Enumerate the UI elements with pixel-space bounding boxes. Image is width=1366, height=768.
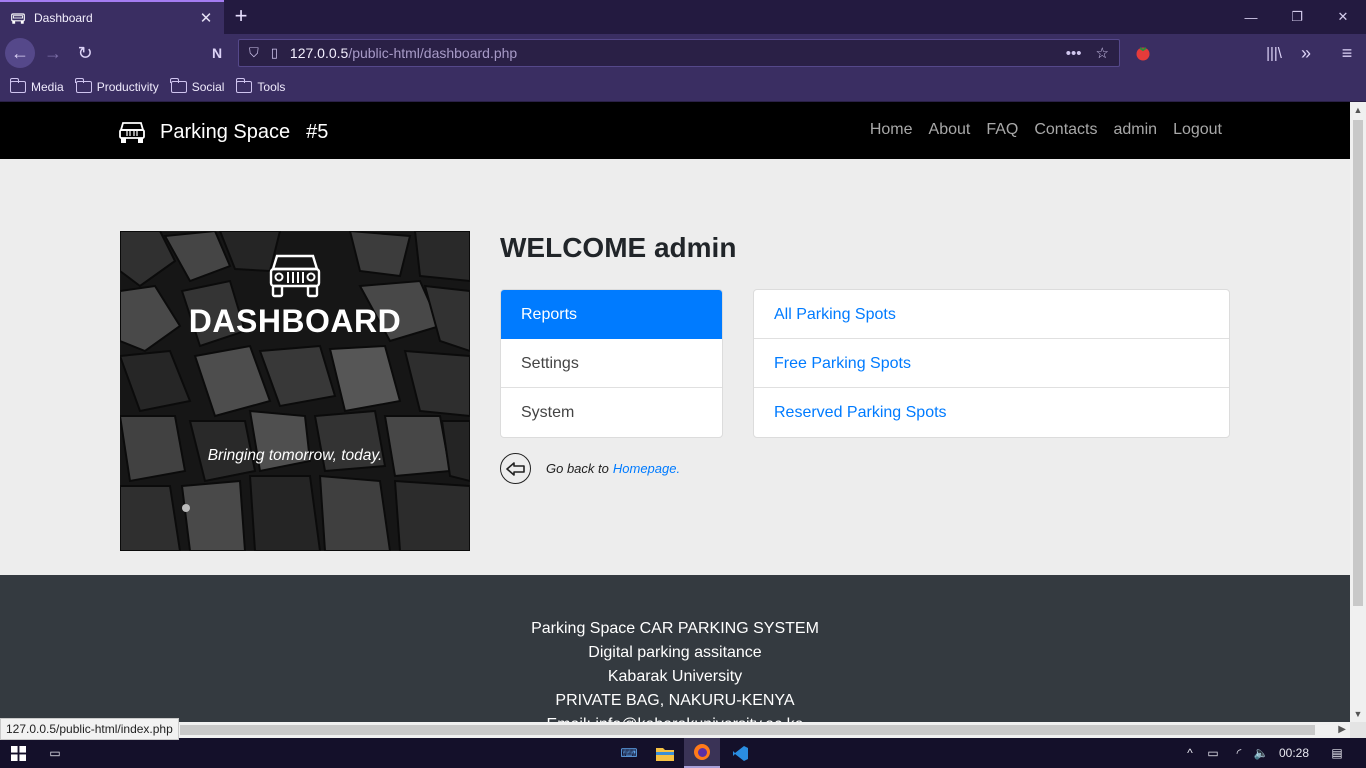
link-free-parking-spots[interactable]: Free Parking Spots xyxy=(754,339,1229,388)
new-tab-icon[interactable]: + xyxy=(228,4,254,30)
tab-close-icon[interactable]: ✕ xyxy=(198,9,214,27)
clock[interactable]: 00:28 xyxy=(1274,738,1314,768)
carousel-dot xyxy=(182,504,190,512)
minimize-icon[interactable]: — xyxy=(1228,0,1274,34)
tray-chevron-up-icon[interactable]: ^ xyxy=(1180,738,1200,768)
bookmark-folder-tools[interactable]: Tools xyxy=(235,77,285,94)
site-navbar: Parking Space #5 Home About FAQ Contacts… xyxy=(0,102,1350,159)
browser-toolbar: ← → ↻ N ⛉ ▯ 127.0.0.5/public-html/dashbo… xyxy=(0,34,1366,72)
list-item-system[interactable]: System xyxy=(501,388,722,437)
overflow-chevrons-icon[interactable]: » xyxy=(1291,39,1321,67)
volume-icon[interactable]: 🔈 xyxy=(1250,738,1272,768)
bookmark-folder-media[interactable]: Media xyxy=(9,77,64,94)
nav-contacts[interactable]: Contacts xyxy=(1034,121,1097,139)
bookmark-star-icon[interactable]: ☆ xyxy=(1096,44,1109,62)
tab-title: Dashboard xyxy=(34,11,93,25)
link-all-parking-spots[interactable]: All Parking Spots xyxy=(754,290,1229,339)
vscode-taskbar-icon[interactable] xyxy=(722,738,758,768)
list-item-reports[interactable]: Reports xyxy=(501,290,722,339)
page-actions-icon[interactable]: ••• xyxy=(1066,45,1082,62)
link-reserved-parking-spots[interactable]: Reserved Parking Spots xyxy=(754,388,1229,437)
nav-admin[interactable]: admin xyxy=(1113,121,1157,139)
footer-line: Parking Space CAR PARKING SYSTEM xyxy=(531,620,819,637)
firefox-taskbar-icon[interactable] xyxy=(684,738,720,768)
nav-logout[interactable]: Logout xyxy=(1173,121,1222,139)
horizontal-scrollbar[interactable]: ▶ xyxy=(0,722,1350,738)
scrollbar-corner xyxy=(1350,722,1366,738)
browser-tab-dashboard[interactable]: Dashboard ✕ xyxy=(0,0,224,34)
footer-line: Digital parking assitance xyxy=(588,644,762,661)
homepage-link[interactable]: Homepage. xyxy=(613,461,680,476)
folder-icon xyxy=(235,77,253,93)
reports-list: All Parking Spots Free Parking Spots Res… xyxy=(753,289,1230,438)
bookmark-folder-social[interactable]: Social xyxy=(170,77,224,94)
nav-about[interactable]: About xyxy=(929,121,971,139)
site-menu: Home About FAQ Contacts admin Logout xyxy=(870,121,1222,139)
restore-icon[interactable]: ❐ xyxy=(1274,0,1320,34)
page-viewport: Parking Space #5 Home About FAQ Contacts… xyxy=(0,102,1350,722)
page-icon: ▯ xyxy=(270,45,278,60)
shield-icon[interactable]: ⛉ xyxy=(249,45,259,61)
brand[interactable]: Parking Space #5 xyxy=(118,119,328,145)
bookmarks-bar: Media Productivity Social Tools xyxy=(0,72,1366,102)
notion-extension-icon[interactable]: N xyxy=(202,39,232,67)
forward-arrow-icon[interactable]: → xyxy=(38,39,68,67)
back-arrow-circle-icon[interactable] xyxy=(500,453,531,484)
nav-home[interactable]: Home xyxy=(870,121,913,139)
windows-start-icon[interactable] xyxy=(0,738,36,768)
dashboard-hero-card: DASHBOARD Bringing tomorrow, today. xyxy=(120,231,470,551)
back-arrow-icon[interactable]: ← xyxy=(5,38,35,68)
footer-line: Email: info@kabarakuniversity.ac.ke xyxy=(0,713,1350,722)
brand-number: #5 xyxy=(306,120,329,143)
file-explorer-icon[interactable] xyxy=(648,738,682,768)
hero-tagline: Bringing tomorrow, today. xyxy=(207,447,383,464)
notifications-icon[interactable]: ▤ xyxy=(1320,738,1354,768)
url-path: /public-html/dashboard.php xyxy=(348,45,518,61)
go-back-text: Go back to xyxy=(546,461,609,476)
jeep-logo-icon xyxy=(119,122,145,143)
nav-faq[interactable]: FAQ xyxy=(986,121,1018,139)
status-link-preview: 127.0.0.5/public-html/index.php xyxy=(0,718,179,740)
url-host: 127.0.0.5 xyxy=(289,45,349,61)
footer-line: Kabarak University xyxy=(607,668,743,685)
browser-tab-strip: Dashboard ✕ + — ❐ ✕ xyxy=(0,0,1366,34)
wifi-icon[interactable]: ◜ xyxy=(1228,738,1250,768)
bookmark-folder-productivity[interactable]: Productivity xyxy=(75,77,159,94)
reload-icon[interactable]: ↻ xyxy=(70,39,100,67)
window-close-icon[interactable]: ✕ xyxy=(1320,0,1366,34)
task-view-icon[interactable]: ▭ xyxy=(38,738,72,768)
library-icon[interactable]: |||\ xyxy=(1259,39,1289,67)
folder-icon xyxy=(75,77,92,93)
hero-title: DASHBOARD xyxy=(188,303,402,339)
jeep-favicon-icon xyxy=(10,10,26,26)
folder-icon xyxy=(9,77,26,93)
category-list: Reports Settings System xyxy=(500,289,723,438)
hamburger-menu-icon[interactable]: ≡ xyxy=(1332,39,1362,67)
battery-icon[interactable]: ▭ xyxy=(1202,738,1224,768)
site-footer: Parking Space CAR PARKING SYSTEM Digital… xyxy=(0,575,1350,722)
folder-icon xyxy=(170,77,187,93)
scroll-down-icon[interactable]: ▼ xyxy=(1350,706,1366,722)
tomato-extension-icon[interactable] xyxy=(1128,39,1158,67)
jeep-icon xyxy=(269,254,321,298)
vertical-scrollbar[interactable]: ▲ ▼ xyxy=(1350,102,1366,722)
scroll-right-icon[interactable]: ▶ xyxy=(1338,722,1346,738)
vertical-scroll-thumb[interactable] xyxy=(1353,120,1363,606)
list-item-settings[interactable]: Settings xyxy=(501,339,722,388)
horizontal-scroll-thumb[interactable] xyxy=(180,725,1315,735)
windows-taskbar: ▭ ⌨ ^ ▭ ◜ 🔈 00:28 ▤ xyxy=(0,738,1366,768)
go-back: Go back to Homepage. xyxy=(500,453,680,484)
address-bar[interactable]: ⛉ ▯ 127.0.0.5/public-html/dashboard.php … xyxy=(238,39,1120,67)
brand-name: Parking Space xyxy=(160,120,291,143)
footer-line: PRIVATE BAG, NAKURU-KENYA xyxy=(555,692,795,709)
scroll-up-icon[interactable]: ▲ xyxy=(1350,102,1366,118)
welcome-heading: WELCOME admin xyxy=(500,232,737,263)
keyboard-icon[interactable]: ⌨ xyxy=(612,738,646,768)
